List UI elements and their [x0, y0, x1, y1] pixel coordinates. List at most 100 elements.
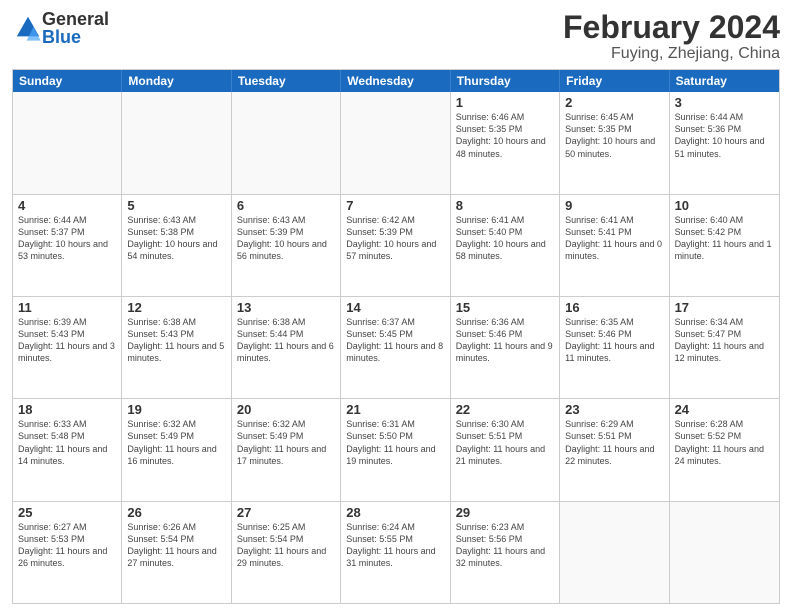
calendar-day: 13Sunrise: 6:38 AM Sunset: 5:44 PM Dayli…	[232, 297, 341, 398]
day-info: Sunrise: 6:38 AM Sunset: 5:43 PM Dayligh…	[127, 316, 225, 365]
day-number: 24	[675, 402, 774, 417]
calendar-empty	[341, 92, 450, 193]
day-number: 17	[675, 300, 774, 315]
calendar-day: 8Sunrise: 6:41 AM Sunset: 5:40 PM Daylig…	[451, 195, 560, 296]
day-number: 4	[18, 198, 116, 213]
day-info: Sunrise: 6:40 AM Sunset: 5:42 PM Dayligh…	[675, 214, 774, 263]
calendar-row: 4Sunrise: 6:44 AM Sunset: 5:37 PM Daylig…	[13, 194, 779, 296]
weekday-header: Thursday	[451, 70, 560, 92]
day-info: Sunrise: 6:24 AM Sunset: 5:55 PM Dayligh…	[346, 521, 444, 570]
day-number: 16	[565, 300, 663, 315]
calendar-day: 24Sunrise: 6:28 AM Sunset: 5:52 PM Dayli…	[670, 399, 779, 500]
day-number: 26	[127, 505, 225, 520]
calendar-day: 22Sunrise: 6:30 AM Sunset: 5:51 PM Dayli…	[451, 399, 560, 500]
calendar-day: 16Sunrise: 6:35 AM Sunset: 5:46 PM Dayli…	[560, 297, 669, 398]
day-number: 8	[456, 198, 554, 213]
calendar-day: 27Sunrise: 6:25 AM Sunset: 5:54 PM Dayli…	[232, 502, 341, 603]
calendar-body: 1Sunrise: 6:46 AM Sunset: 5:35 PM Daylig…	[13, 92, 779, 603]
calendar-day: 23Sunrise: 6:29 AM Sunset: 5:51 PM Dayli…	[560, 399, 669, 500]
logo: General Blue	[12, 10, 109, 46]
day-info: Sunrise: 6:41 AM Sunset: 5:40 PM Dayligh…	[456, 214, 554, 263]
day-info: Sunrise: 6:34 AM Sunset: 5:47 PM Dayligh…	[675, 316, 774, 365]
calendar-day: 1Sunrise: 6:46 AM Sunset: 5:35 PM Daylig…	[451, 92, 560, 193]
calendar-day: 11Sunrise: 6:39 AM Sunset: 5:43 PM Dayli…	[13, 297, 122, 398]
day-number: 18	[18, 402, 116, 417]
calendar-empty	[560, 502, 669, 603]
calendar-day: 29Sunrise: 6:23 AM Sunset: 5:56 PM Dayli…	[451, 502, 560, 603]
day-info: Sunrise: 6:26 AM Sunset: 5:54 PM Dayligh…	[127, 521, 225, 570]
day-info: Sunrise: 6:44 AM Sunset: 5:36 PM Dayligh…	[675, 111, 774, 160]
calendar-row: 11Sunrise: 6:39 AM Sunset: 5:43 PM Dayli…	[13, 296, 779, 398]
calendar-header: SundayMondayTuesdayWednesdayThursdayFrid…	[13, 70, 779, 92]
day-info: Sunrise: 6:45 AM Sunset: 5:35 PM Dayligh…	[565, 111, 663, 160]
calendar-day: 6Sunrise: 6:43 AM Sunset: 5:39 PM Daylig…	[232, 195, 341, 296]
day-number: 2	[565, 95, 663, 110]
calendar-day: 9Sunrise: 6:41 AM Sunset: 5:41 PM Daylig…	[560, 195, 669, 296]
day-info: Sunrise: 6:32 AM Sunset: 5:49 PM Dayligh…	[127, 418, 225, 467]
day-info: Sunrise: 6:36 AM Sunset: 5:46 PM Dayligh…	[456, 316, 554, 365]
calendar-day: 26Sunrise: 6:26 AM Sunset: 5:54 PM Dayli…	[122, 502, 231, 603]
calendar-day: 12Sunrise: 6:38 AM Sunset: 5:43 PM Dayli…	[122, 297, 231, 398]
calendar-day: 25Sunrise: 6:27 AM Sunset: 5:53 PM Dayli…	[13, 502, 122, 603]
day-number: 3	[675, 95, 774, 110]
calendar-day: 3Sunrise: 6:44 AM Sunset: 5:36 PM Daylig…	[670, 92, 779, 193]
calendar-day: 20Sunrise: 6:32 AM Sunset: 5:49 PM Dayli…	[232, 399, 341, 500]
day-number: 21	[346, 402, 444, 417]
weekday-header: Sunday	[13, 70, 122, 92]
logo-icon	[14, 14, 42, 42]
weekday-header: Friday	[560, 70, 669, 92]
calendar-day: 5Sunrise: 6:43 AM Sunset: 5:38 PM Daylig…	[122, 195, 231, 296]
weekday-header: Wednesday	[341, 70, 450, 92]
day-number: 22	[456, 402, 554, 417]
day-info: Sunrise: 6:31 AM Sunset: 5:50 PM Dayligh…	[346, 418, 444, 467]
calendar-day: 2Sunrise: 6:45 AM Sunset: 5:35 PM Daylig…	[560, 92, 669, 193]
day-info: Sunrise: 6:42 AM Sunset: 5:39 PM Dayligh…	[346, 214, 444, 263]
day-info: Sunrise: 6:46 AM Sunset: 5:35 PM Dayligh…	[456, 111, 554, 160]
calendar-day: 7Sunrise: 6:42 AM Sunset: 5:39 PM Daylig…	[341, 195, 450, 296]
calendar-day: 10Sunrise: 6:40 AM Sunset: 5:42 PM Dayli…	[670, 195, 779, 296]
day-number: 19	[127, 402, 225, 417]
day-number: 28	[346, 505, 444, 520]
day-info: Sunrise: 6:33 AM Sunset: 5:48 PM Dayligh…	[18, 418, 116, 467]
day-number: 6	[237, 198, 335, 213]
day-info: Sunrise: 6:41 AM Sunset: 5:41 PM Dayligh…	[565, 214, 663, 263]
day-info: Sunrise: 6:25 AM Sunset: 5:54 PM Dayligh…	[237, 521, 335, 570]
day-info: Sunrise: 6:29 AM Sunset: 5:51 PM Dayligh…	[565, 418, 663, 467]
calendar-day: 19Sunrise: 6:32 AM Sunset: 5:49 PM Dayli…	[122, 399, 231, 500]
day-number: 5	[127, 198, 225, 213]
calendar-empty	[122, 92, 231, 193]
calendar-day: 15Sunrise: 6:36 AM Sunset: 5:46 PM Dayli…	[451, 297, 560, 398]
day-info: Sunrise: 6:23 AM Sunset: 5:56 PM Dayligh…	[456, 521, 554, 570]
title-area: February 2024 Fuying, Zhejiang, China	[563, 10, 780, 63]
day-number: 11	[18, 300, 116, 315]
day-number: 9	[565, 198, 663, 213]
logo-text: General Blue	[42, 10, 109, 46]
day-number: 23	[565, 402, 663, 417]
day-number: 1	[456, 95, 554, 110]
calendar-day: 14Sunrise: 6:37 AM Sunset: 5:45 PM Dayli…	[341, 297, 450, 398]
calendar-row: 18Sunrise: 6:33 AM Sunset: 5:48 PM Dayli…	[13, 398, 779, 500]
day-number: 10	[675, 198, 774, 213]
day-info: Sunrise: 6:35 AM Sunset: 5:46 PM Dayligh…	[565, 316, 663, 365]
logo-general: General	[42, 10, 109, 28]
day-info: Sunrise: 6:39 AM Sunset: 5:43 PM Dayligh…	[18, 316, 116, 365]
day-info: Sunrise: 6:32 AM Sunset: 5:49 PM Dayligh…	[237, 418, 335, 467]
calendar-day: 17Sunrise: 6:34 AM Sunset: 5:47 PM Dayli…	[670, 297, 779, 398]
day-number: 25	[18, 505, 116, 520]
day-info: Sunrise: 6:43 AM Sunset: 5:39 PM Dayligh…	[237, 214, 335, 263]
calendar-row: 25Sunrise: 6:27 AM Sunset: 5:53 PM Dayli…	[13, 501, 779, 603]
calendar-row: 1Sunrise: 6:46 AM Sunset: 5:35 PM Daylig…	[13, 92, 779, 193]
calendar-day: 21Sunrise: 6:31 AM Sunset: 5:50 PM Dayli…	[341, 399, 450, 500]
header: General Blue February 2024 Fuying, Zheji…	[12, 10, 780, 63]
day-number: 20	[237, 402, 335, 417]
day-info: Sunrise: 6:38 AM Sunset: 5:44 PM Dayligh…	[237, 316, 335, 365]
day-info: Sunrise: 6:44 AM Sunset: 5:37 PM Dayligh…	[18, 214, 116, 263]
calendar-empty	[232, 92, 341, 193]
month-title: February 2024	[563, 10, 780, 45]
day-number: 29	[456, 505, 554, 520]
logo-blue: Blue	[42, 28, 109, 46]
location: Fuying, Zhejiang, China	[563, 45, 780, 63]
calendar: SundayMondayTuesdayWednesdayThursdayFrid…	[12, 69, 780, 604]
day-info: Sunrise: 6:37 AM Sunset: 5:45 PM Dayligh…	[346, 316, 444, 365]
calendar-day: 28Sunrise: 6:24 AM Sunset: 5:55 PM Dayli…	[341, 502, 450, 603]
